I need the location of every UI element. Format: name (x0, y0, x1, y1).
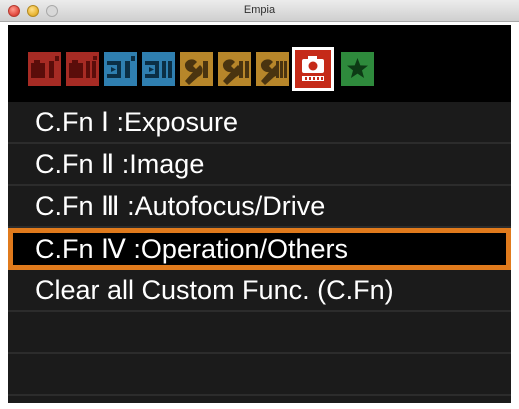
tab-my-menu[interactable] (341, 52, 374, 86)
menu-item-label: C.Fn Ⅱ :Image (35, 149, 205, 179)
menu-item-cfn-exposure[interactable]: C.Fn Ⅰ :Exposure (8, 102, 511, 144)
tab-shooting-2[interactable] (66, 52, 99, 86)
menu-item-label: C.Fn Ⅰ :Exposure (35, 107, 239, 137)
tab-custom-functions[interactable] (292, 47, 334, 91)
tab-setup-3[interactable] (256, 52, 289, 86)
camera-menu-screen: C.Fn Ⅰ :Exposure C.Fn Ⅱ :Image C.Fn Ⅲ :A… (8, 25, 511, 403)
menu-item-empty (8, 312, 511, 354)
menu-item-cfn-operation-others[interactable]: C.Fn Ⅳ :Operation/Others (8, 228, 511, 270)
custom-functions-camera-icon (295, 50, 331, 88)
title-bar[interactable]: Empia (0, 0, 519, 22)
app-window: Empia C.Fn Ⅰ:Exposure C.Fn Ⅱ:Image C.F… (0, 0, 519, 409)
tab-playback-2[interactable] (142, 52, 175, 86)
menu-item-empty (8, 354, 511, 396)
menu-item-cfn-image[interactable]: C.Fn Ⅱ :Image (8, 144, 511, 186)
tab-setup-1[interactable] (180, 52, 213, 86)
menu-item-clear-all-custom-func[interactable]: Clear all Custom Func. (C.Fn) (8, 270, 511, 312)
menu-item-label: C.Fn Ⅲ :Autofocus/Drive (35, 191, 326, 221)
tab-playback-1[interactable] (104, 52, 137, 86)
custom-functions-menu: C.Fn Ⅰ :Exposure C.Fn Ⅱ :Image C.Fn Ⅲ :A… (8, 102, 511, 403)
setup-wrench-3-icon (256, 52, 289, 86)
menu-item-cfn-autofocus-drive[interactable]: C.Fn Ⅲ :Autofocus/Drive (8, 186, 511, 228)
camera-shooting-2-icon (66, 52, 99, 86)
playback-2-icon (142, 52, 175, 86)
camera-shooting-1-icon (28, 52, 61, 86)
tab-shooting-1[interactable] (28, 52, 61, 86)
setup-wrench-2-icon (218, 52, 251, 86)
tab-setup-2[interactable] (218, 52, 251, 86)
menu-item-label: C.Fn Ⅳ :Operation/Others (35, 234, 349, 264)
window-title: Empia (243, 4, 276, 16)
menu-tab-bar (8, 25, 511, 102)
setup-wrench-1-icon (180, 52, 213, 86)
my-menu-star-icon (341, 52, 374, 86)
playback-1-icon (104, 52, 137, 86)
menu-item-label: Clear all Custom Func. (C.Fn) (35, 275, 394, 305)
